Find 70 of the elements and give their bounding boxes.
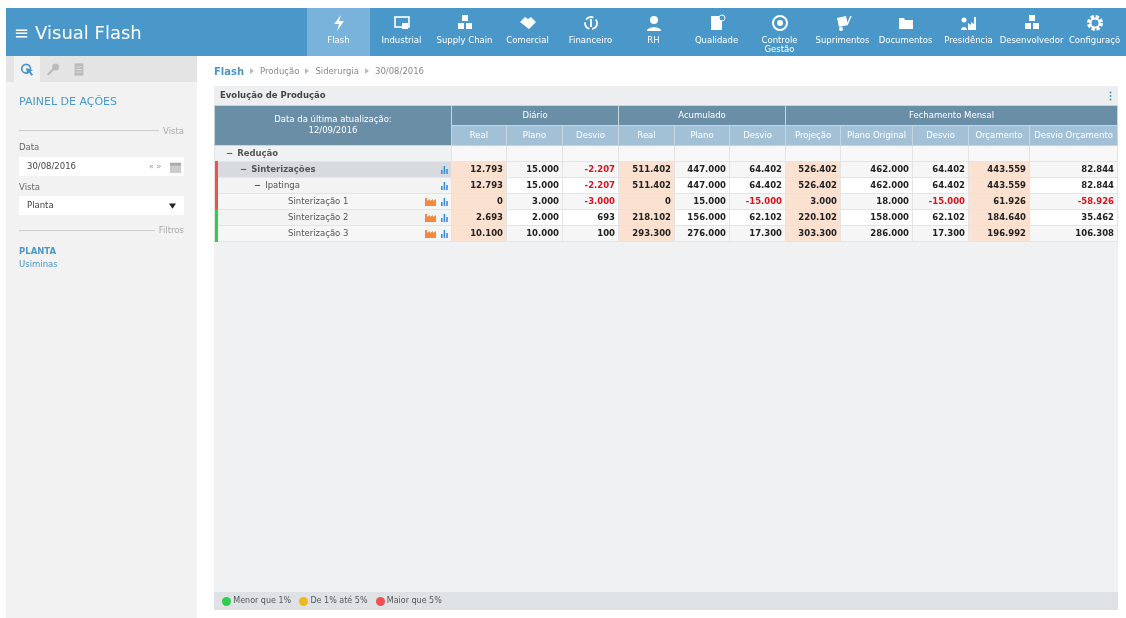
gear-icon [1085, 14, 1104, 32]
legend-label: De 1% até 5% [310, 595, 368, 607]
chevron-icon [365, 67, 369, 74]
next-button[interactable]: » [156, 160, 162, 173]
nav-tab[interactable]: Desenvolvedor [1000, 8, 1063, 56]
app-title: Visual Flash [35, 20, 142, 45]
section-label: Vista [163, 124, 184, 138]
menu-icon[interactable]: ≡ [14, 18, 30, 46]
date-field[interactable]: 30/08/2016 « » [19, 157, 184, 176]
nav-tab[interactable]: Flash [307, 8, 370, 56]
legend-label: Menor que 1% [233, 595, 292, 607]
caret-icon [169, 202, 176, 209]
previous-button[interactable]: « [148, 160, 155, 173]
nav-tab[interactable]: Supply Chain [433, 8, 496, 56]
filter-value[interactable]: Usiminas [19, 257, 184, 271]
nav-tab[interactable]: Suprimentos [811, 8, 874, 56]
nav-tab[interactable]: Industrial [370, 8, 433, 56]
row-label: Ipatinga [265, 179, 300, 192]
breadcrumb-item[interactable]: Flash [214, 63, 245, 79]
field-label: Data [19, 141, 41, 154]
bar-chart-icon[interactable] [441, 197, 448, 206]
section-label: Filtros [158, 224, 184, 237]
nav-tab[interactable]: Presidência [937, 8, 1000, 56]
column-group-header: Diário [451, 105, 619, 126]
monitor-icon [392, 14, 411, 32]
document-icon [72, 61, 86, 77]
legend-label: Maior que 5% [386, 595, 442, 607]
column-group-header: Fechamento Mensal [785, 105, 1118, 126]
row-label: Sinterização 2 [288, 211, 349, 224]
nav-tab[interactable]: RH [622, 8, 685, 56]
panel-title: PAINEL DE AÇÕES [19, 94, 119, 110]
boxes-icon [1022, 14, 1041, 32]
field-label: Vista [19, 180, 41, 194]
cursor-target-icon [20, 61, 34, 77]
nav-tab[interactable]: Comercial [496, 8, 559, 56]
view-select[interactable]: Planta [19, 196, 184, 216]
nav-tab[interactable]: Documentos [874, 8, 937, 56]
nav-tab[interactable]: Qualidade [685, 8, 748, 56]
row-label: Sinterização 3 [288, 227, 349, 240]
collapse-toggle[interactable]: − [254, 179, 262, 192]
collapse-toggle[interactable]: − [240, 163, 248, 176]
breadcrumb-item[interactable]: 30/08/2016 [375, 64, 424, 78]
collapse-toggle[interactable]: − [226, 147, 234, 160]
panel-heading: Evolução de Produção [220, 89, 326, 102]
row-label: Redução [237, 147, 279, 160]
row-label: Sinterizações [251, 163, 316, 176]
column-group-header: Acumulado [618, 105, 786, 126]
factory-icon[interactable] [425, 229, 436, 238]
nav-tab[interactable]: Controle Gestão [748, 8, 811, 56]
update-date-label: Data da última atualização: 12/09/2016 [273, 114, 393, 137]
sidebar-tab[interactable] [14, 56, 40, 82]
nav-tab[interactable]: Financeiro [559, 8, 622, 56]
bar-chart-icon[interactable] [441, 229, 448, 238]
bar-chart-icon[interactable] [441, 181, 448, 190]
key-icon [46, 61, 60, 77]
boxes-icon [455, 14, 474, 32]
breadcrumb-item[interactable]: Produção [260, 64, 300, 78]
person-icon [644, 14, 663, 32]
factory-icon [959, 14, 978, 32]
more-options-icon[interactable] [1109, 90, 1112, 101]
factory-icon[interactable] [425, 197, 436, 206]
row-label: Sinterização 1 [288, 195, 349, 208]
breadcrumb-item[interactable]: Siderurgia [315, 64, 359, 78]
chevron-icon [250, 67, 255, 74]
filter-name: PLANTA [19, 245, 58, 258]
bar-chart-icon[interactable] [441, 165, 448, 174]
nav-tab[interactable]: Configuraçõ [1063, 8, 1126, 56]
factory-icon[interactable] [425, 213, 436, 222]
chevron-icon [305, 67, 310, 74]
bar-chart-icon[interactable] [441, 213, 448, 222]
